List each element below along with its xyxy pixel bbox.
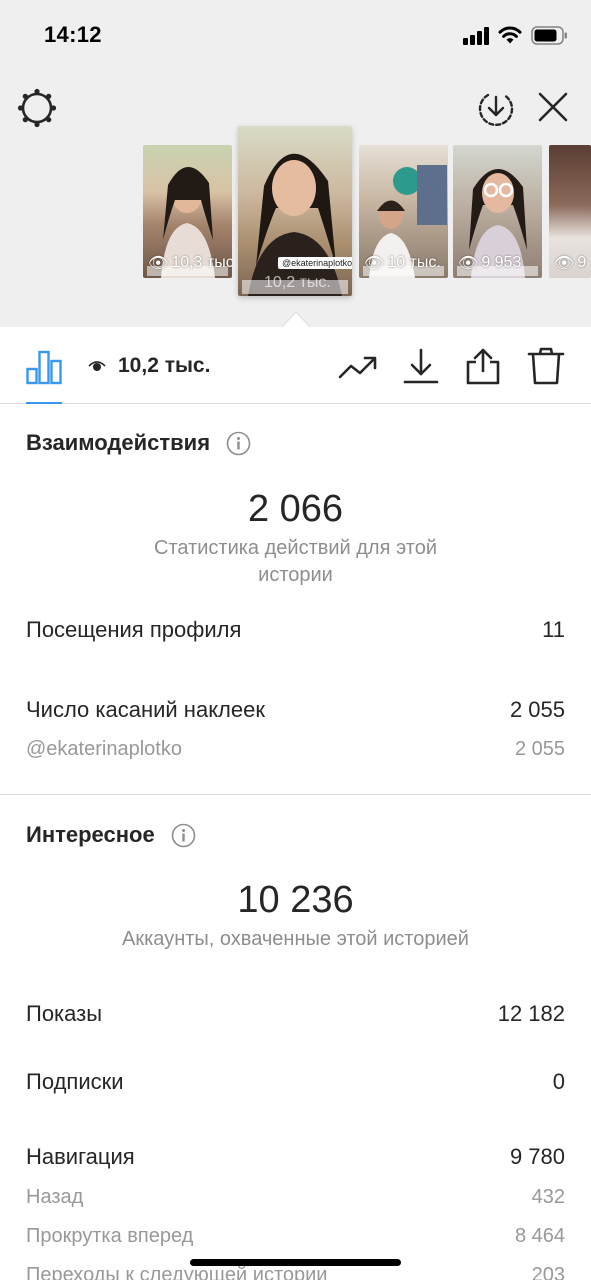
trash-icon[interactable] [526, 347, 566, 385]
interactions-heading: Взаимодействия [26, 430, 251, 456]
stat-row-forward: Прокрутка вперед 8 464 [26, 1225, 565, 1248]
interactions-total: 2 066 [247, 488, 344, 530]
eye-icon: 👁 [148, 255, 169, 272]
story-views: 10,2 тыс. [264, 274, 331, 291]
eye-icon: 👁 [458, 255, 479, 272]
stat-row-navigation: Навигация 9 780 [26, 1144, 565, 1170]
stat-label: Назад [26, 1186, 84, 1208]
close-button[interactable] [535, 89, 571, 125]
stat-label: Число касаний наклеек [26, 697, 265, 722]
story-views: 👁 10,3 тыс. [148, 254, 232, 272]
story-thumbnail[interactable]: 👁 10,3 тыс. [143, 145, 232, 278]
share-icon[interactable] [463, 347, 503, 385]
cellular-signal-icon [463, 27, 491, 45]
story-thumbnail[interactable]: 👁 10 тыс. [359, 145, 448, 278]
story-thumbnail-selected[interactable]: @ekaterinaplotko 10,2 тыс. [238, 126, 352, 296]
stat-value: 2 055 [514, 738, 565, 760]
info-icon[interactable] [226, 431, 251, 456]
stat-label: Подписки [26, 1069, 124, 1094]
status-bar: 14:12 [0, 0, 591, 72]
story-carousel-area: 14:12 👁 10,3 тыс. @ekaterinaplotko 10,2 … [0, 0, 591, 328]
status-time: 14:12 [44, 22, 102, 47]
views-summary: 10,2 тыс. [88, 354, 210, 378]
stat-label: Переходы к следующей истории [26, 1264, 328, 1280]
story-toolbar: 10,2 тыс. [0, 327, 591, 404]
stat-value: 203 [531, 1264, 565, 1280]
stat-row-back: Назад 432 [26, 1186, 565, 1209]
trend-icon[interactable] [338, 347, 378, 385]
eye-icon [88, 361, 106, 371]
stat-value: 8 464 [514, 1225, 565, 1247]
eye-icon: 👁 [364, 255, 385, 272]
story-thumbnail[interactable]: 👁 9 953 [453, 145, 542, 278]
discovery-heading: Интересное [26, 822, 196, 848]
wifi-icon [498, 26, 522, 44]
stat-label: Показы [26, 1001, 103, 1026]
story-views: 👁 9 953 [458, 254, 522, 272]
stat-row-impressions: Показы 12 182 [26, 1001, 565, 1027]
stat-row-next-story: Переходы к следующей истории 203 [26, 1264, 565, 1280]
insights-icon[interactable] [26, 349, 62, 385]
mention-sticker: @ekaterinaplotko [278, 257, 352, 269]
stat-value: 2 055 [509, 697, 565, 722]
discovery-subtitle: Аккаунты, охваченные этой историей [122, 928, 469, 950]
portrait-silhouette [248, 153, 342, 296]
stat-value: 0 [552, 1069, 565, 1094]
story-thumbnail[interactable]: 👁 9 [549, 145, 591, 278]
info-icon[interactable] [171, 823, 196, 848]
discovery-title: Интересное [26, 822, 155, 847]
stat-row-profile-visits: Посещения профиля 11 [26, 617, 565, 643]
stat-label: Навигация [26, 1144, 135, 1169]
story-views: 👁 10 тыс. [364, 254, 441, 272]
stat-row-mention-taps[interactable]: @ekaterinaplotko 2 055 [26, 738, 565, 761]
download-icon[interactable] [401, 347, 441, 385]
download-circle-button[interactable] [476, 88, 516, 128]
stat-value: 11 [542, 617, 565, 642]
eye-icon: 👁 [554, 255, 575, 272]
active-tab-indicator [26, 402, 62, 404]
stat-value: 9 780 [509, 1144, 565, 1169]
interactions-title: Взаимодействия [26, 430, 211, 455]
stat-value: 432 [531, 1186, 565, 1208]
section-divider [0, 794, 591, 795]
battery-icon [531, 26, 567, 45]
story-views: 👁 9 [554, 254, 587, 272]
stat-label: @ekaterinaplotko [26, 738, 182, 760]
stat-row-follows: Подписки 0 [26, 1069, 565, 1095]
stat-label: Посещения профиля [26, 617, 242, 642]
views-count: 10,2 тыс. [118, 354, 211, 377]
settings-button[interactable] [17, 88, 57, 128]
stat-row-sticker-taps: Число касаний наклеек 2 055 [26, 697, 565, 723]
selection-pointer [281, 311, 311, 328]
discovery-total: 10 236 [237, 879, 354, 921]
stat-value: 12 182 [497, 1001, 565, 1026]
stat-label: Прокрутка вперед [26, 1225, 194, 1247]
home-indicator[interactable] [190, 1259, 401, 1266]
interactions-subtitle: Статистика действий для этой истории [154, 537, 437, 586]
